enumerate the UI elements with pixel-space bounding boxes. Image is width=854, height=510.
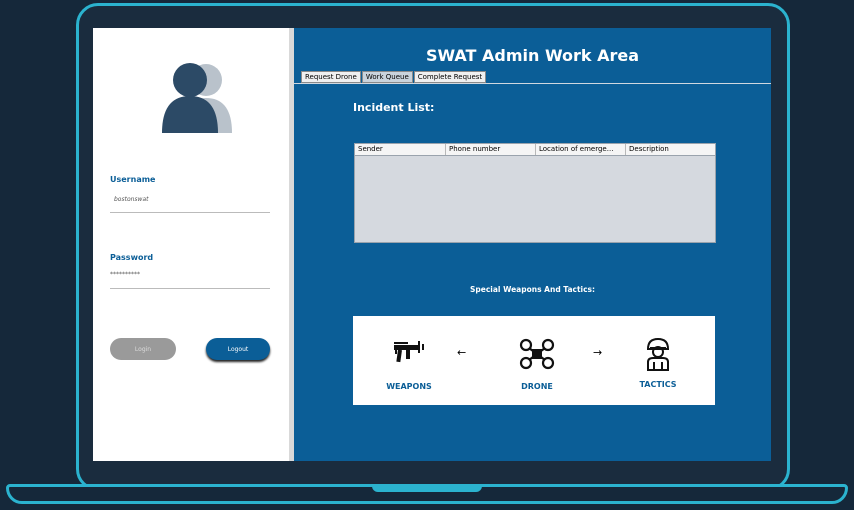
tab-work-queue[interactable]: Work Queue [361, 71, 413, 83]
tab-underline [294, 83, 771, 84]
user-group-icon [162, 63, 232, 133]
username-label: Username [110, 175, 156, 184]
app-screen: Username bostonswat Password ********** … [93, 28, 771, 461]
tactics-label: TACTICS [639, 380, 677, 389]
tab-bar: Request Drone Work Queue Complete Reques… [301, 71, 487, 83]
laptop-notch [372, 486, 482, 492]
login-button[interactable]: Login [110, 338, 176, 360]
column-description[interactable]: Description [626, 144, 715, 155]
password-label: Password [110, 253, 154, 262]
username-underline [110, 212, 270, 213]
incident-table-header: Sender Phone number Location of emerge..… [355, 144, 715, 156]
column-phone-number[interactable]: Phone number [446, 144, 536, 155]
incident-table[interactable]: Sender Phone number Location of emerge..… [354, 143, 716, 243]
work-area-panel: SWAT Admin Work Area Request Drone Work … [294, 28, 771, 461]
swat-diagram: WEAPONS ← DRONE → TACTICS [353, 316, 715, 405]
logout-button[interactable]: Logout [206, 338, 270, 360]
incident-list-heading: Incident List: [353, 101, 435, 114]
drone-label: DRONE [521, 382, 553, 391]
drone-icon [519, 338, 555, 370]
tab-complete-request[interactable]: Complete Request [413, 71, 487, 83]
password-underline [110, 288, 270, 289]
gun-icon [394, 341, 424, 363]
password-field[interactable]: ********** [110, 271, 140, 278]
weapons-label: WEAPONS [386, 382, 432, 391]
page-title: SWAT Admin Work Area [425, 46, 640, 65]
soldier-icon [646, 337, 670, 371]
column-sender[interactable]: Sender [355, 144, 446, 155]
login-panel: Username bostonswat Password ********** … [93, 28, 289, 461]
tab-request-drone[interactable]: Request Drone [301, 71, 361, 83]
arrow-left-icon: ← [457, 346, 467, 359]
username-field[interactable]: bostonswat [114, 196, 149, 203]
arrow-right-icon: → [593, 346, 603, 359]
swat-heading: Special Weapons And Tactics: [469, 285, 596, 294]
column-location[interactable]: Location of emerge... [536, 144, 626, 155]
